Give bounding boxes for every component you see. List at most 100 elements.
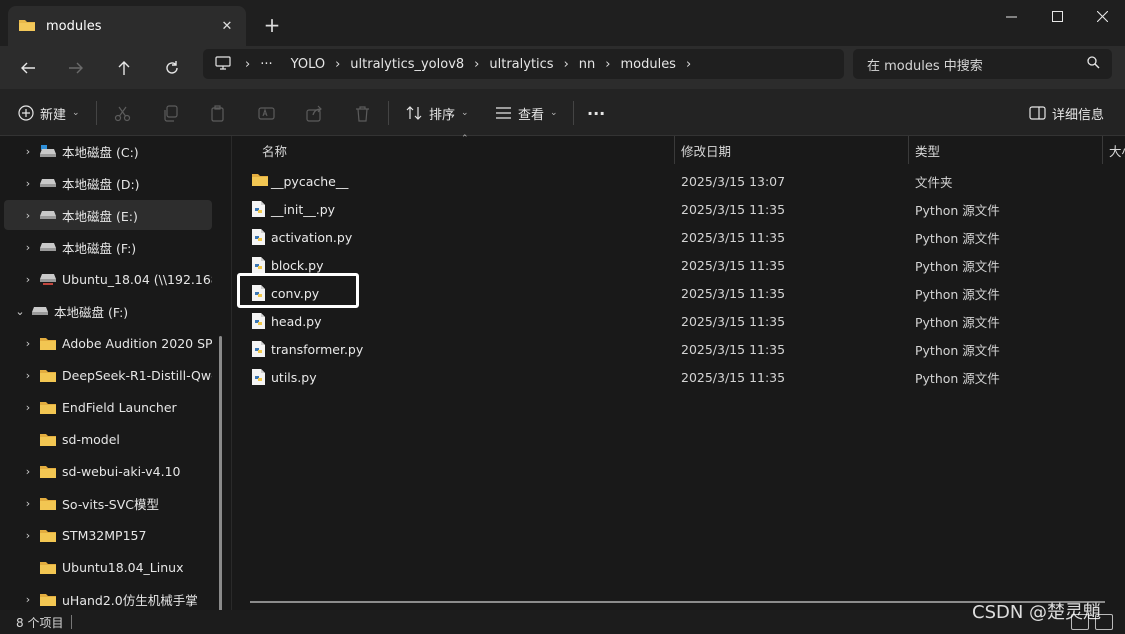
close-tab-icon[interactable]: ✕ <box>216 15 238 37</box>
breadcrumb-nn[interactable]: nn <box>579 57 595 72</box>
up-button[interactable] <box>108 52 140 84</box>
file-type: Python 源文件 <box>915 370 1000 386</box>
file-date: 2025/3/15 11:35 <box>681 229 786 245</box>
chevron-down-icon[interactable]: ⌄ <box>12 305 28 318</box>
clipboard-icon <box>211 104 224 122</box>
sidebar-item[interactable]: › uHand2.0仿生机械手掌 <box>4 584 212 610</box>
more-options-button[interactable]: ··· <box>587 99 605 127</box>
chevron-right-icon[interactable]: › <box>20 497 36 510</box>
sidebar-item[interactable]: › Ubuntu_18.04 (\\192.168.3 <box>4 264 212 294</box>
divider <box>71 615 73 629</box>
paste-button[interactable] <box>210 99 227 127</box>
search-icon[interactable] <box>1087 56 1100 72</box>
column-header-name[interactable]: 名称 <box>262 136 287 164</box>
search-box[interactable]: 在 modules 中搜索 <box>853 49 1112 79</box>
file-type: Python 源文件 <box>915 286 1000 302</box>
title-bar: modules ✕ + <box>0 0 1125 46</box>
plus-circle-icon <box>18 105 34 121</box>
chevron-right-icon[interactable]: › <box>335 57 340 72</box>
sidebar-item[interactable]: ⌄ 本地磁盘 (F:) <box>4 296 212 326</box>
share-button[interactable] <box>306 99 323 127</box>
sidebar-item[interactable]: › 本地磁盘 (F:) <box>4 232 212 262</box>
column-header-type[interactable]: 类型 <box>915 136 940 164</box>
breadcrumb-overflow[interactable]: ··· <box>260 57 272 72</box>
breadcrumb-yolo[interactable]: YOLO <box>291 57 325 72</box>
chevron-right-icon[interactable]: › <box>474 57 479 72</box>
file-type: Python 源文件 <box>915 230 1000 246</box>
view-button[interactable]: 查看 ⌄ <box>495 99 558 127</box>
new-button[interactable]: 新建 ⌄ <box>18 99 80 127</box>
back-button[interactable] <box>12 52 44 84</box>
column-divider[interactable] <box>674 136 675 164</box>
rename-button[interactable] <box>258 99 275 127</box>
chevron-right-icon[interactable]: › <box>20 337 36 350</box>
copy-button[interactable] <box>162 99 179 127</box>
file-row[interactable]: utils.py 2025/3/15 11:35 Python 源文件 <box>238 363 1118 391</box>
close-window-button[interactable] <box>1079 0 1125 32</box>
file-row[interactable]: block.py 2025/3/15 11:35 Python 源文件 <box>238 251 1118 279</box>
address-bar[interactable]: › ··· YOLO › ultralytics_yolov8 › ultral… <box>203 49 844 79</box>
file-row[interactable]: transformer.py 2025/3/15 11:35 Python 源文件 <box>238 335 1118 363</box>
file-row[interactable]: activation.py 2025/3/15 11:35 Python 源文件 <box>238 223 1118 251</box>
new-tab-button[interactable]: + <box>259 12 285 38</box>
forward-button[interactable] <box>60 52 92 84</box>
breadcrumb-ultralytics-yolov8[interactable]: ultralytics_yolov8 <box>350 57 464 72</box>
file-row[interactable]: __init__.py 2025/3/15 11:35 Python 源文件 <box>238 195 1118 223</box>
details-pane-button[interactable]: 详细信息 <box>1029 99 1104 127</box>
chevron-right-icon[interactable]: › <box>20 145 36 158</box>
sidebar-item[interactable]: › EndField Launcher <box>4 392 212 422</box>
column-divider[interactable] <box>1102 136 1103 164</box>
sidebar-item[interactable]: sd-model <box>4 424 212 454</box>
new-label: 新建 <box>40 107 67 123</box>
sidebar-item[interactable]: › sd-webui-aki-v4.10 <box>4 456 212 486</box>
chevron-right-icon[interactable]: › <box>20 241 36 254</box>
file-row[interactable]: conv.py 2025/3/15 11:35 Python 源文件 <box>238 279 1118 307</box>
sidebar-item-label: So-vits-SVC模型 <box>62 496 159 512</box>
chevron-right-icon[interactable]: › <box>20 465 36 478</box>
command-bar: 新建 ⌄ 排序 ⌄ 查看 ⌄ ··· 详细信息 <box>0 89 1125 136</box>
cut-button[interactable] <box>114 99 131 127</box>
maximize-button[interactable] <box>1034 0 1080 32</box>
annotation-highlight-box <box>237 273 359 308</box>
sidebar-item[interactable]: › 本地磁盘 (D:) <box>4 168 212 198</box>
tab-modules[interactable]: modules ✕ <box>8 6 246 46</box>
file-row[interactable]: head.py 2025/3/15 11:35 Python 源文件 <box>238 307 1118 335</box>
computer-icon[interactable] <box>215 55 231 73</box>
column-divider[interactable] <box>908 136 909 164</box>
chevron-right-icon[interactable]: › <box>564 57 569 72</box>
column-header-size[interactable]: 大小 <box>1109 136 1125 164</box>
vertical-scrollbar[interactable] <box>219 336 222 610</box>
sidebar-item[interactable]: › 本地磁盘 (E:) <box>4 200 212 230</box>
file-name: __pycache__ <box>271 173 349 189</box>
tab-label: modules <box>46 18 102 34</box>
sidebar-item[interactable]: › Adobe Audition 2020 SP <box>4 328 212 358</box>
chevron-right-icon[interactable]: › <box>20 401 36 414</box>
refresh-button[interactable] <box>156 52 188 84</box>
chevron-down-icon: ⌄ <box>550 108 558 118</box>
watermark: CSDN @楚灵魈 <box>972 602 1102 623</box>
chevron-right-icon[interactable]: › <box>20 177 36 190</box>
chevron-right-icon[interactable]: › <box>245 57 250 72</box>
file-row[interactable]: __pycache__ 2025/3/15 13:07 文件夹 <box>238 167 1118 195</box>
delete-button[interactable] <box>354 99 371 127</box>
chevron-right-icon[interactable]: › <box>686 57 691 72</box>
sidebar-item[interactable]: › So-vits-SVC模型 <box>4 488 212 518</box>
chevron-right-icon[interactable]: › <box>20 529 36 542</box>
sidebar-item[interactable]: Ubuntu18.04_Linux <box>4 552 212 582</box>
minimize-button[interactable] <box>988 0 1034 32</box>
chevron-right-icon[interactable]: › <box>20 369 36 382</box>
chevron-right-icon[interactable]: › <box>20 209 36 222</box>
chevron-right-icon[interactable]: › <box>20 273 36 286</box>
column-header-date[interactable]: 修改日期 <box>681 136 731 164</box>
sidebar-item[interactable]: › 本地磁盘 (C:) <box>4 136 212 166</box>
breadcrumb-ultralytics[interactable]: ultralytics <box>489 57 553 72</box>
python-file-icon <box>252 201 265 220</box>
chevron-right-icon[interactable]: › <box>20 593 36 606</box>
chevron-right-icon[interactable]: › <box>605 57 610 72</box>
sidebar-item[interactable]: › STM32MP157 <box>4 520 212 550</box>
search-input[interactable]: 在 modules 中搜索 <box>867 55 1087 74</box>
trash-icon <box>356 105 369 122</box>
breadcrumb-modules[interactable]: modules <box>620 57 676 72</box>
sidebar-item[interactable]: › DeepSeek-R1-Distill-Qwen <box>4 360 212 390</box>
sort-button[interactable]: 排序 ⌄ <box>406 99 469 127</box>
